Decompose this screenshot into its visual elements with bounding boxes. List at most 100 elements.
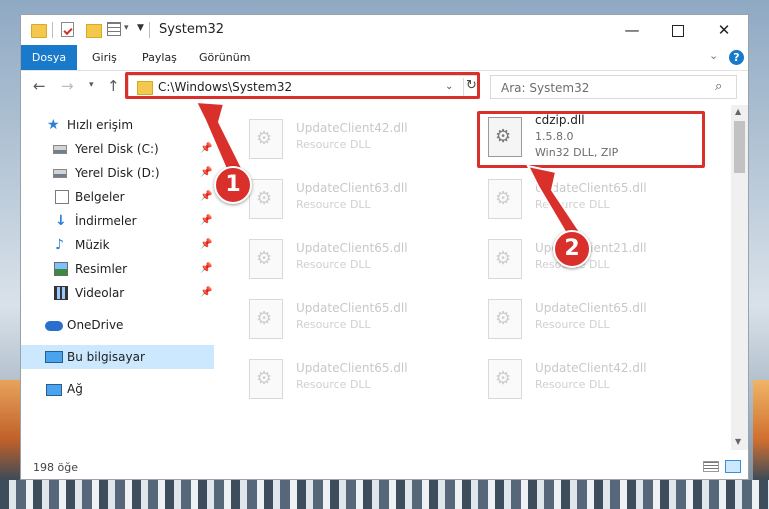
desktop-wallpaper-right [753,380,769,480]
computer-icon [45,351,63,363]
recent-locations-icon[interactable]: ▾ [89,80,94,90]
sidebar-item-downloads[interactable]: ↓ İndirmeler 📌 [21,209,214,233]
sidebar-item-quick-access[interactable]: ★ Hızlı erişim [21,113,214,137]
search-placeholder: Ara: System32 [501,81,590,95]
customize-toolbar-icon[interactable]: ▼ [137,23,144,41]
desktop-wallpaper-bottom [0,480,769,509]
sidebar-item-network[interactable]: Ağ [21,377,214,401]
search-input[interactable]: Ara: System32 ⌕ [490,75,737,99]
folder-icon [31,24,47,38]
vertical-scrollbar[interactable]: ▲ ▼ [731,105,748,450]
window-title: System32 [159,22,225,37]
sidebar-item-music[interactable]: ♪ Müzik 📌 [21,233,214,257]
pin-icon[interactable]: 📌 [200,161,212,185]
navigation-bar: ← → ▾ ↑ C:\Windows\System32 ⌄ ↻ Ara: Sys… [21,71,748,103]
file-item[interactable]: UpdateClient65.dll Resource DLL [241,291,473,349]
sidebar-item-label: Yerel Disk (C:) [75,142,159,156]
maximize-icon [672,24,684,37]
details-view-icon[interactable] [703,461,719,472]
sidebar-item-pictures[interactable]: Resimler 📌 [21,257,214,281]
file-item[interactable]: UpdateClient42.dll Resource DLL [480,351,712,409]
file-description: Resource DLL [535,378,610,391]
drive-icon [53,145,67,154]
up-arrow-icon[interactable]: ↑ [107,77,120,95]
file-description: Resource DLL [296,138,371,151]
file-name: UpdateClient42.dll [535,361,647,375]
forward-arrow-icon[interactable]: → [61,77,74,95]
file-description: Resource DLL [296,258,371,271]
file-item[interactable]: UpdateClient21.dll Resource DLL [480,231,712,289]
file-item[interactable]: UpdateClient63.dll Resource DLL [241,171,473,229]
file-name: UpdateClient65.dll [535,181,647,195]
scroll-thumb[interactable] [734,121,745,173]
dll-file-icon [488,179,522,219]
folder-icon [137,81,153,95]
pin-icon[interactable]: 📌 [200,233,212,257]
help-icon[interactable]: ? [729,50,744,65]
file-description: Resource DLL [535,198,610,211]
step-2-badge: 2 [553,230,591,268]
tab-home[interactable]: Giriş [92,45,117,70]
sidebar-item-label: Belgeler [75,190,125,204]
file-description: Win32 DLL, ZIP [535,146,619,159]
address-path[interactable]: C:\Windows\System32 [158,80,292,94]
chevron-down-icon[interactable]: ▾ [124,23,129,41]
address-bar[interactable]: C:\Windows\System32 ⌄ ↻ [128,75,480,99]
search-icon[interactable]: ⌕ [715,79,722,94]
step-1-badge: 1 [214,166,252,204]
tab-share[interactable]: Paylaş [142,45,177,70]
tab-view[interactable]: Görünüm [199,45,250,70]
document-icon [55,190,69,204]
new-folder-icon[interactable] [86,24,102,38]
sidebar-item-local-disk-d[interactable]: Yerel Disk (D:) 📌 [21,161,214,185]
refresh-icon[interactable]: ↻ [466,78,477,93]
pin-icon[interactable]: 📌 [200,257,212,281]
tab-file[interactable]: Dosya [21,45,77,70]
file-name: UpdateClient42.dll [296,121,408,135]
sidebar-item-this-pc[interactable]: Bu bilgisayar [21,345,214,369]
file-item[interactable]: UpdateClient65.dll Resource DLL [241,231,473,289]
drive-icon [53,169,67,178]
item-count: 198 öğe [33,461,78,474]
file-item-cdzip[interactable]: cdzip.dll 1.5.8.0 Win32 DLL, ZIP [480,109,712,167]
sidebar-item-videos[interactable]: Videolar 📌 [21,281,214,305]
pin-icon[interactable]: 📌 [200,137,212,161]
large-icons-view-icon[interactable] [725,460,741,473]
sidebar-item-documents[interactable]: Belgeler 📌 [21,185,214,209]
back-arrow-icon[interactable]: ← [33,77,46,95]
file-item[interactable]: UpdateClient65.dll Resource DLL [241,351,473,409]
title-divider [149,22,150,38]
star-icon: ★ [47,117,60,133]
pin-icon[interactable]: 📌 [200,185,212,209]
sidebar-item-label: Bu bilgisayar [67,350,145,364]
pin-icon[interactable]: 📌 [200,209,212,233]
file-name: UpdateClient63.dll [296,181,408,195]
file-item[interactable]: UpdateClient65.dll Resource DLL [480,171,712,229]
maximize-button[interactable] [655,15,701,45]
network-icon [46,384,62,396]
minimize-button[interactable]: — [609,15,655,45]
expand-ribbon-icon[interactable]: ⌄ [709,49,718,62]
file-list: UpdateClient42.dll Resource DLL cdzip.dl… [233,105,731,450]
sidebar-item-label: Hızlı erişim [67,118,134,132]
file-name: UpdateClient65.dll [296,301,408,315]
music-icon: ♪ [55,237,64,253]
sidebar-item-label: Müzik [75,238,110,252]
chevron-down-icon[interactable]: ⌄ [445,81,453,92]
scroll-down-icon[interactable]: ▼ [735,437,741,446]
file-item[interactable]: UpdateClient65.dll Resource DLL [480,291,712,349]
sidebar-item-label: Videolar [75,286,125,300]
close-button[interactable]: ✕ [701,15,747,45]
sidebar-item-local-disk-c[interactable]: Yerel Disk (C:) 📌 [21,137,214,161]
file-item[interactable]: UpdateClient42.dll Resource DLL [241,111,473,169]
file-version: 1.5.8.0 [535,130,574,143]
properties-icon[interactable] [61,22,74,37]
scroll-up-icon[interactable]: ▲ [735,107,741,116]
file-description: Resource DLL [296,198,371,211]
view-options-icon[interactable] [107,22,121,36]
sidebar-item-label: Resimler [75,262,128,276]
sidebar-item-label: Ağ [67,382,83,396]
status-bar: 198 öğe [21,455,748,479]
pin-icon[interactable]: 📌 [200,281,212,305]
sidebar-item-onedrive[interactable]: OneDrive [21,313,214,337]
